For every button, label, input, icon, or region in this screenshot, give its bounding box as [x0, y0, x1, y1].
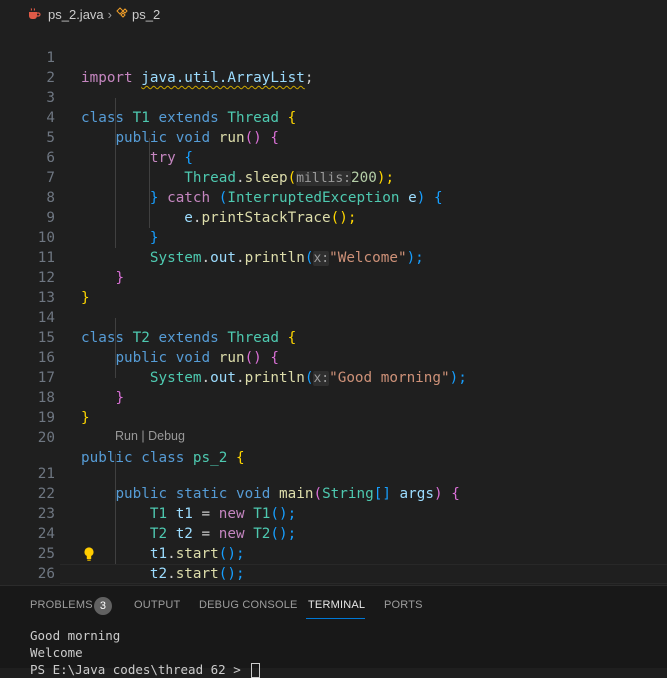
terminal-prompt[interactable]: PS E:\Java codes\thread 62 >	[30, 661, 261, 678]
breadcrumb-file[interactable]: ps_2.java	[48, 7, 104, 22]
tab-problems[interactable]: PROBLEMS	[30, 599, 93, 611]
code-line: 20 public class ps_2 {	[0, 408, 667, 466]
code-line: 22 T1 t1 = new T1();	[0, 464, 667, 522]
code-line: 14 class T2 extends Thread {	[0, 288, 667, 346]
code-line: 19	[0, 388, 667, 426]
terminal-cursor	[251, 663, 261, 678]
breadcrumb-symbol[interactable]: ps_2	[132, 7, 160, 22]
code-line: 23 T2 t2 = new T2();	[0, 484, 667, 542]
terminal-output-line: Welcome	[30, 645, 83, 660]
code-line: 8 e.printStackTrace();	[0, 168, 667, 226]
breadcrumb: ps_2.java › ps_2	[0, 0, 667, 28]
code-line: 16 System.out.println(x:"Good morning");	[0, 328, 667, 386]
code-line: 12 }	[0, 248, 667, 306]
code-editor[interactable]: 1 import java.util.ArrayList; 2 3 class …	[0, 28, 667, 622]
bottom-panel: PROBLEMS 3 OUTPUT DEBUG CONSOLE TERMINAL…	[0, 585, 667, 678]
run-debug-codelens[interactable]: Run | Debug	[115, 427, 185, 445]
code-line: 13	[0, 268, 667, 306]
code-line: 11 }	[0, 228, 667, 286]
code-line: 24 t1.start();	[0, 504, 667, 562]
code-line: 5 try {	[0, 108, 667, 166]
code-line: 18 }	[0, 368, 667, 426]
code-line: 27 }	[0, 564, 667, 622]
code-line: 25 t2.start();	[0, 524, 667, 582]
code-line: 26 }	[0, 544, 667, 602]
tab-terminal[interactable]: TERMINAL	[308, 599, 365, 611]
problems-count-badge: 3	[94, 597, 112, 615]
active-tab-indicator	[306, 618, 365, 619]
panel-tabs: PROBLEMS 3 OUTPUT DEBUG CONSOLE TERMINAL…	[0, 586, 667, 626]
lightbulb-icon[interactable]	[82, 546, 96, 562]
code-line: 3 class T1 extends Thread {	[0, 68, 667, 126]
code-line: 1 import java.util.ArrayList;	[0, 28, 667, 86]
code-line: 21 public static void main(String[] args…	[0, 444, 667, 502]
tab-ports[interactable]: PORTS	[384, 599, 423, 611]
code-line: 10 System.out.println(x:"Welcome");	[0, 208, 667, 266]
code-line: 9 }	[0, 188, 667, 246]
chevron-right-icon: ›	[107, 6, 112, 22]
code-line: 17 }	[0, 348, 667, 406]
tab-output[interactable]: OUTPUT	[134, 599, 180, 611]
tab-debug-console[interactable]: DEBUG CONSOLE	[199, 599, 298, 611]
terminal-output-line: Good morning	[30, 628, 121, 643]
java-cup-icon	[27, 7, 41, 21]
class-symbol-icon	[116, 6, 128, 22]
code-line: 7 } catch (InterruptedException e) {	[0, 148, 667, 206]
code-line: 15 public void run() {	[0, 308, 667, 366]
code-line: 2	[0, 48, 667, 86]
code-line: 6 Thread.sleep(millis:200);	[0, 128, 667, 186]
code-line: 4 public void run() {	[0, 88, 667, 146]
